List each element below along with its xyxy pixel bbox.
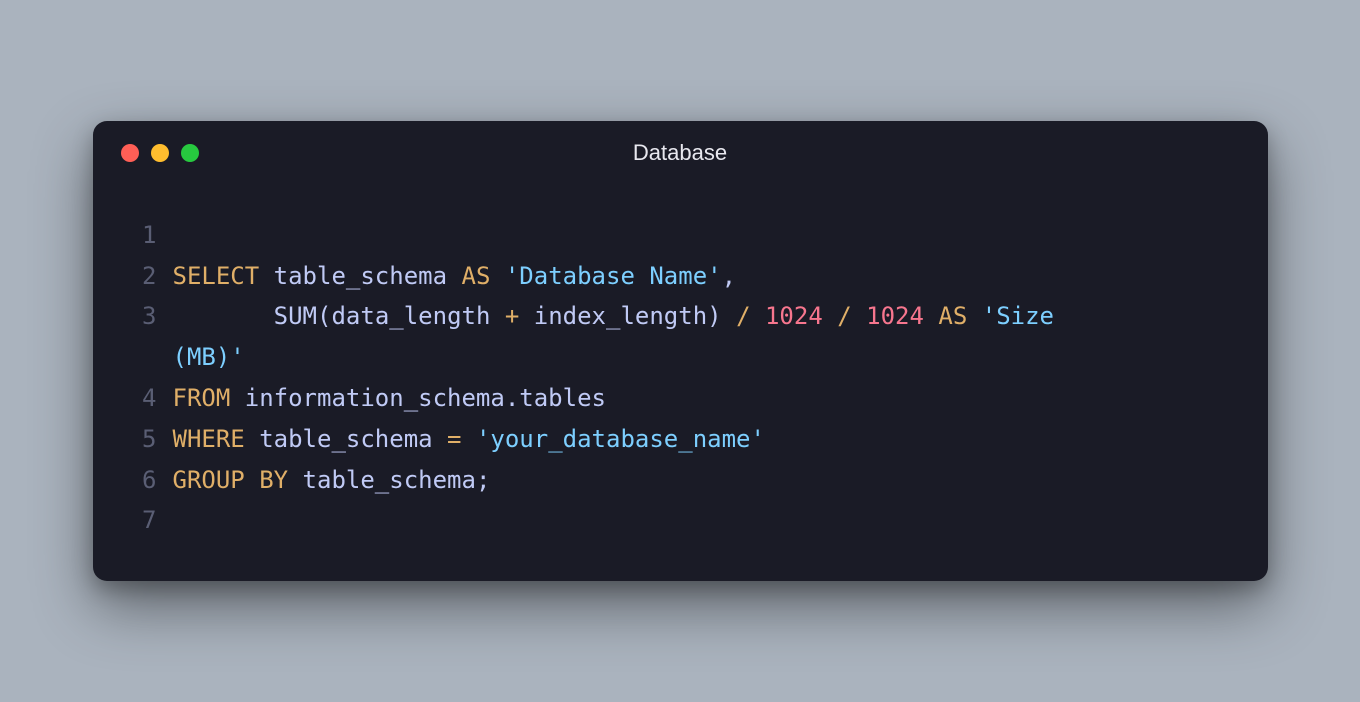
space — [751, 302, 765, 330]
punct: ( — [317, 302, 331, 330]
operator: / — [837, 302, 851, 330]
code-line-wrap: (MB)' — [133, 337, 1228, 378]
line-number: 6 — [133, 460, 173, 501]
line-number: 3 — [133, 296, 173, 337]
identifier: index_length — [519, 302, 707, 330]
code-line: 2 SELECT table_schema AS 'Database Name'… — [133, 256, 1228, 297]
operator: + — [505, 302, 519, 330]
line-number: 4 — [133, 378, 173, 419]
punct: ; — [476, 466, 490, 494]
space — [924, 302, 938, 330]
space — [823, 302, 837, 330]
keyword: SELECT — [173, 262, 260, 290]
traffic-lights — [93, 144, 199, 162]
keyword: BY — [259, 466, 288, 494]
identifier: table_schema — [245, 425, 447, 453]
code-content: WHERE table_schema = 'your_database_name… — [173, 419, 1228, 460]
string: ' — [982, 302, 996, 330]
window-title: Database — [93, 140, 1268, 166]
keyword: GROUP — [173, 466, 245, 494]
code-content: (MB)' — [173, 337, 1228, 378]
code-line: 6 GROUP BY table_schema; — [133, 460, 1228, 501]
code-line: 1 — [133, 215, 1228, 256]
code-content: GROUP BY table_schema; — [173, 460, 1228, 501]
keyword: WHERE — [173, 425, 245, 453]
maximize-icon[interactable] — [181, 144, 199, 162]
titlebar: Database — [93, 121, 1268, 185]
close-icon[interactable] — [121, 144, 139, 162]
space — [245, 466, 259, 494]
code-content: SUM(data_length + index_length) / 1024 /… — [173, 296, 1228, 337]
code-line: 3 SUM(data_length + index_length) / 1024… — [133, 296, 1228, 337]
identifier: table_schema — [288, 466, 476, 494]
string: Size — [996, 302, 1054, 330]
number: 1024 — [765, 302, 823, 330]
space — [722, 302, 736, 330]
code-window: Database 1 2 SELECT table_schema AS 'Dat… — [93, 121, 1268, 581]
minimize-icon[interactable] — [151, 144, 169, 162]
punct: ) — [707, 302, 721, 330]
keyword: FROM — [173, 384, 231, 412]
space — [967, 302, 981, 330]
identifier: information_schema.tables — [230, 384, 606, 412]
identifier: table_schema — [259, 262, 461, 290]
keyword: AS — [462, 262, 491, 290]
number: 1024 — [866, 302, 924, 330]
string: 'your_database_name' — [476, 425, 765, 453]
code-content: FROM information_schema.tables — [173, 378, 1228, 419]
space — [852, 302, 866, 330]
space — [462, 425, 476, 453]
identifier: data_length — [331, 302, 504, 330]
operator: = — [447, 425, 461, 453]
line-number: 5 — [133, 419, 173, 460]
indent — [173, 302, 274, 330]
line-number: 7 — [133, 500, 173, 541]
line-number: 1 — [133, 215, 173, 256]
code-line: 4 FROM information_schema.tables — [133, 378, 1228, 419]
string: 'Database Name' — [490, 262, 721, 290]
code-line: 7 — [133, 500, 1228, 541]
line-number: 2 — [133, 256, 173, 297]
code-content: SELECT table_schema AS 'Database Name', — [173, 256, 1228, 297]
func: SUM — [274, 302, 317, 330]
keyword: AS — [938, 302, 967, 330]
string: ' — [230, 343, 244, 371]
operator: / — [736, 302, 750, 330]
code-line: 5 WHERE table_schema = 'your_database_na… — [133, 419, 1228, 460]
code-editor[interactable]: 1 2 SELECT table_schema AS 'Database Nam… — [93, 185, 1268, 551]
string: (MB) — [173, 343, 231, 371]
punct: , — [722, 262, 736, 290]
